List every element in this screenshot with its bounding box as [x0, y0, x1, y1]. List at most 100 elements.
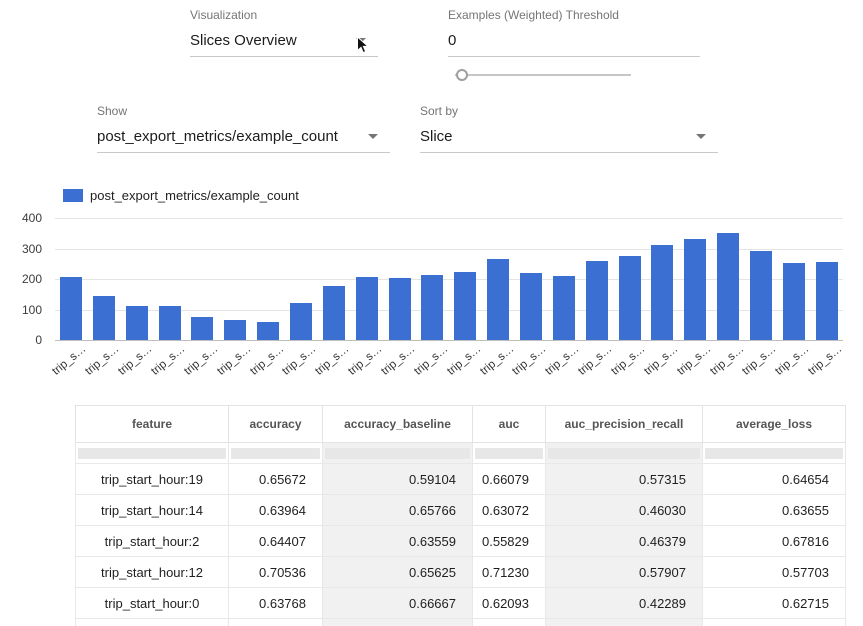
- slicing-metrics-browser: Visualization Slices Overview Examples (…: [0, 0, 863, 626]
- metric-cell[interactable]: 0.46030: [546, 495, 703, 526]
- table-row[interactable]: trip_start_hour:00.637680.666670.620930.…: [76, 588, 846, 619]
- show-value-row[interactable]: post_export_metrics/example_count: [97, 128, 390, 153]
- table-row[interactable]: trip_start_hour:140.639640.657660.630720…: [76, 495, 846, 526]
- metric-cell[interactable]: 0.57703: [703, 557, 846, 588]
- feature-cell[interactable]: trip_start_hour:2: [76, 526, 229, 557]
- metric-cell[interactable]: 0.67816: [703, 526, 846, 557]
- threshold-slider[interactable]: [455, 68, 631, 82]
- metric-cell[interactable]: 0.71230: [473, 557, 546, 588]
- column-header-auc_precision_recall[interactable]: auc_precision_recall: [546, 406, 703, 443]
- filter-input[interactable]: [475, 448, 543, 459]
- metric-cell[interactable]: 0.63655: [703, 495, 846, 526]
- metric-cell[interactable]: 0.63768: [229, 588, 323, 619]
- bar[interactable]: [159, 306, 181, 340]
- metric-cell[interactable]: 0.58337: [473, 619, 546, 626]
- metric-cell[interactable]: 0.63072: [473, 495, 546, 526]
- metric-cell[interactable]: 0.65766: [323, 495, 473, 526]
- metric-cell[interactable]: 0.62715: [703, 588, 846, 619]
- bar[interactable]: [454, 272, 476, 340]
- column-header-accuracy_baseline[interactable]: accuracy_baseline: [323, 406, 473, 443]
- bar[interactable]: [191, 317, 213, 340]
- slider-thumb[interactable]: [456, 69, 468, 81]
- metric-cell[interactable]: 0.42289: [546, 588, 703, 619]
- column-header-auc[interactable]: auc: [473, 406, 546, 443]
- bar-slot: trip_s…: [356, 218, 378, 340]
- metric-cell[interactable]: 0.57315: [546, 464, 703, 495]
- table-row[interactable]: trip_start_hour:20.644070.635590.558290.…: [76, 526, 846, 557]
- visualization-value-row[interactable]: Slices Overview: [190, 32, 378, 57]
- metric-cell[interactable]: 0.63559: [323, 526, 473, 557]
- bar[interactable]: [586, 261, 608, 340]
- feature-cell[interactable]: trip_start_hour:19: [76, 464, 229, 495]
- sort-by-value-row[interactable]: Slice: [420, 128, 718, 153]
- bar-slot: trip_s…: [717, 218, 739, 340]
- metric-cell[interactable]: 0.64844: [323, 619, 473, 626]
- metric-cell[interactable]: 0.63964: [229, 495, 323, 526]
- metric-cell[interactable]: 0.66016: [229, 619, 323, 626]
- bar[interactable]: [487, 259, 509, 340]
- bar[interactable]: [60, 277, 82, 340]
- metric-cell[interactable]: 0.65625: [323, 557, 473, 588]
- metric-cell[interactable]: 0.66667: [323, 588, 473, 619]
- visualization-dropdown[interactable]: Visualization Slices Overview: [190, 8, 378, 57]
- metric-cell[interactable]: 0.64654: [703, 464, 846, 495]
- bar[interactable]: [224, 320, 246, 340]
- bar-slot: trip_s…: [126, 218, 148, 340]
- bar[interactable]: [93, 296, 115, 340]
- metric-cell[interactable]: 0.66079: [473, 464, 546, 495]
- table-row[interactable]: trip_start_hour:190.656720.591040.660790…: [76, 464, 846, 495]
- bar[interactable]: [126, 306, 148, 340]
- bar[interactable]: [816, 262, 838, 340]
- bar-slot: trip_s…: [487, 218, 509, 340]
- feature-cell[interactable]: trip_start_hour:12: [76, 557, 229, 588]
- bar[interactable]: [619, 256, 641, 340]
- bar[interactable]: [323, 286, 345, 340]
- bar[interactable]: [520, 273, 542, 340]
- bar-slot: trip_s…: [323, 218, 345, 340]
- bar[interactable]: [651, 245, 673, 340]
- metric-cell[interactable]: 0.70536: [229, 557, 323, 588]
- column-header-accuracy[interactable]: accuracy: [229, 406, 323, 443]
- show-metric-dropdown[interactable]: Show post_export_metrics/example_count: [97, 104, 390, 153]
- table-row[interactable]: trip_start_hour:230.660160.648440.583370…: [76, 619, 846, 626]
- metric-cell[interactable]: 0.65142: [703, 619, 846, 626]
- column-header-feature[interactable]: feature: [76, 406, 229, 443]
- x-axis-label: trip_s…: [675, 343, 713, 378]
- metric-cell[interactable]: 0.57907: [546, 557, 703, 588]
- bar[interactable]: [356, 277, 378, 340]
- feature-cell[interactable]: trip_start_hour:14: [76, 495, 229, 526]
- feature-cell[interactable]: trip_start_hour:0: [76, 588, 229, 619]
- metric-cell[interactable]: 0.55829: [473, 526, 546, 557]
- feature-cell[interactable]: trip_start_hour:23: [76, 619, 229, 626]
- x-axis-label: trip_s…: [511, 343, 549, 378]
- chevron-down-icon[interactable]: [368, 134, 378, 139]
- slider-track[interactable]: [455, 74, 631, 76]
- bar[interactable]: [421, 275, 443, 340]
- filter-input[interactable]: [325, 448, 470, 459]
- threshold-label: Examples (Weighted) Threshold: [448, 8, 700, 22]
- filter-input[interactable]: [231, 448, 320, 459]
- bar[interactable]: [750, 251, 772, 340]
- metric-cell[interactable]: 0.44173: [546, 619, 703, 626]
- filter-input[interactable]: [548, 448, 700, 459]
- table-row[interactable]: trip_start_hour:120.705360.656250.712300…: [76, 557, 846, 588]
- bar[interactable]: [389, 278, 411, 340]
- bar[interactable]: [684, 239, 706, 340]
- threshold-input[interactable]: [448, 32, 700, 57]
- column-header-average_loss[interactable]: average_loss: [703, 406, 846, 443]
- bar-slot: trip_s…: [750, 218, 772, 340]
- sort-by-dropdown[interactable]: Sort by Slice: [420, 104, 718, 153]
- chevron-down-icon[interactable]: [696, 134, 706, 139]
- filter-input[interactable]: [78, 448, 226, 459]
- bar[interactable]: [290, 303, 312, 340]
- metric-cell[interactable]: 0.59104: [323, 464, 473, 495]
- metric-cell[interactable]: 0.62093: [473, 588, 546, 619]
- bar[interactable]: [553, 276, 575, 340]
- bar[interactable]: [257, 322, 279, 340]
- metric-cell[interactable]: 0.46379: [546, 526, 703, 557]
- metric-cell[interactable]: 0.65672: [229, 464, 323, 495]
- metric-cell[interactable]: 0.64407: [229, 526, 323, 557]
- bar[interactable]: [783, 263, 805, 340]
- filter-input[interactable]: [705, 448, 843, 459]
- bar[interactable]: [717, 233, 739, 340]
